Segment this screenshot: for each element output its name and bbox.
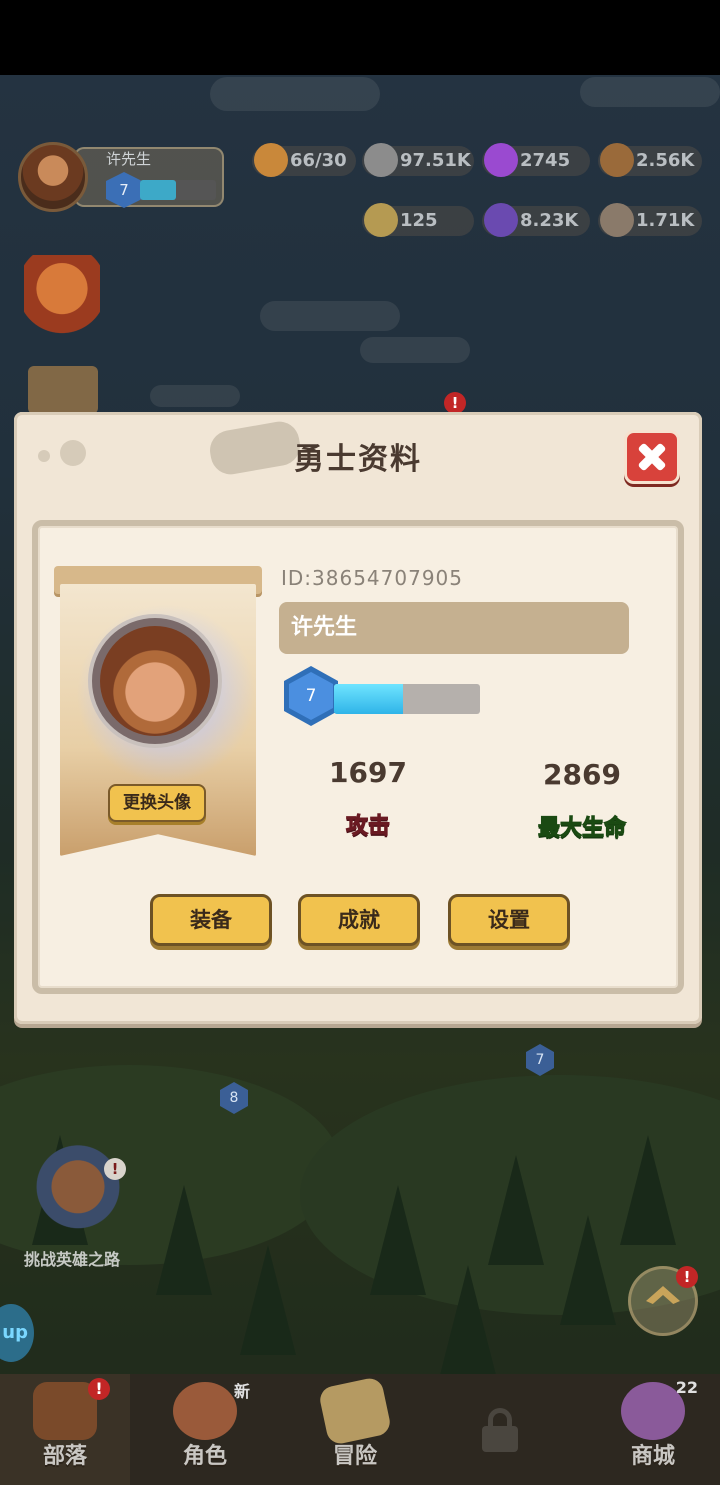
treasure-chest-icon[interactable] bbox=[24, 255, 100, 339]
purple-crystal-icon bbox=[484, 203, 518, 237]
alert-badge: ! bbox=[676, 1266, 698, 1288]
alert-badge: ! bbox=[104, 1158, 126, 1180]
achievement-button[interactable]: 成就 bbox=[298, 894, 420, 946]
nav-label: 角色 bbox=[182, 1444, 227, 1469]
player-avatar[interactable] bbox=[18, 142, 88, 212]
resource-value: 8.23K bbox=[520, 210, 579, 231]
nav-label: 部落 bbox=[42, 1444, 87, 1469]
nav-label: 商城 bbox=[630, 1444, 675, 1469]
rock-ore-icon bbox=[600, 203, 634, 237]
settings-button[interactable]: 设置 bbox=[448, 894, 570, 946]
player-id: ID:38654707905 bbox=[281, 566, 464, 590]
character-icon bbox=[173, 1382, 237, 1440]
nav-badge: ! bbox=[88, 1378, 110, 1400]
resource-value: 2.56K bbox=[636, 150, 695, 171]
warrior-profile-dialog: 勇士资料 更换头像 ID:38654707905 许先生 7 1697 攻击 2… bbox=[14, 412, 702, 1024]
resource-value: 1.71K bbox=[636, 210, 695, 231]
locked-tab-lock-icon[interactable] bbox=[482, 1408, 518, 1452]
gold-coin-icon bbox=[364, 203, 398, 237]
meat-stamina-icon bbox=[254, 143, 288, 177]
player-name-field[interactable]: 许先生 bbox=[279, 602, 629, 654]
max-hp-label: 最大生命 bbox=[537, 816, 626, 842]
nav-adventure[interactable]: 冒险 bbox=[290, 1374, 420, 1485]
resource-crystal[interactable]: 8.23K bbox=[482, 203, 590, 237]
resource-stone[interactable]: 97.51K bbox=[362, 143, 474, 177]
equipment-button[interactable]: 装备 bbox=[150, 894, 272, 946]
stone-icon bbox=[364, 143, 398, 177]
hud-player-name: 许先生 bbox=[106, 150, 152, 168]
change-avatar-button[interactable]: 更换头像 bbox=[108, 784, 206, 822]
profile-avatar[interactable] bbox=[88, 614, 222, 748]
max-hp-value: 2869 bbox=[543, 758, 621, 791]
bottom-nav: ! 部落 新 角色 冒险 22 商城 bbox=[0, 1374, 720, 1485]
quest-scroll-icon[interactable] bbox=[28, 366, 98, 414]
close-icon bbox=[627, 433, 677, 481]
treasure-map-icon bbox=[317, 1375, 393, 1447]
hero-portrait bbox=[100, 626, 210, 736]
dialog-title: 勇士资料 bbox=[294, 442, 422, 477]
resource-value: 2745 bbox=[520, 150, 571, 171]
nav-shop[interactable]: 22 商城 bbox=[588, 1374, 718, 1485]
alert-badge: ! bbox=[444, 392, 466, 414]
resource-wood[interactable]: 2.56K bbox=[598, 143, 702, 177]
hero-road-button[interactable] bbox=[30, 1140, 126, 1244]
close-button[interactable] bbox=[624, 430, 680, 484]
resource-value: 66/30 bbox=[290, 150, 347, 171]
resource-value: 97.51K bbox=[400, 150, 471, 171]
resource-value: 125 bbox=[400, 210, 438, 231]
wood-log-icon bbox=[600, 143, 634, 177]
resource-gold[interactable]: 125 bbox=[362, 203, 474, 237]
nav-label: 冒险 bbox=[332, 1444, 377, 1469]
resource-stamina[interactable]: 66/30 bbox=[252, 143, 356, 177]
nav-badge: 22 bbox=[675, 1378, 698, 1397]
hud-exp-fill bbox=[140, 180, 177, 200]
exp-progress-fill bbox=[334, 684, 403, 714]
nav-character[interactable]: 新 角色 bbox=[140, 1374, 270, 1485]
exp-progress-bar bbox=[334, 684, 480, 714]
resource-purple-gem[interactable]: 2745 bbox=[482, 143, 590, 177]
hud-exp-bar bbox=[140, 180, 216, 200]
resource-ore[interactable]: 1.71K bbox=[598, 203, 702, 237]
hero-road-label: 挑战英雄之路 bbox=[24, 1250, 121, 1269]
purple-gem-icon bbox=[484, 143, 518, 177]
attack-label: 攻击 bbox=[345, 814, 390, 840]
nav-tribe[interactable]: ! 部落 bbox=[0, 1374, 130, 1485]
nav-badge: 新 bbox=[233, 1382, 250, 1401]
status-bar bbox=[0, 0, 720, 75]
attack-value: 1697 bbox=[329, 756, 407, 789]
